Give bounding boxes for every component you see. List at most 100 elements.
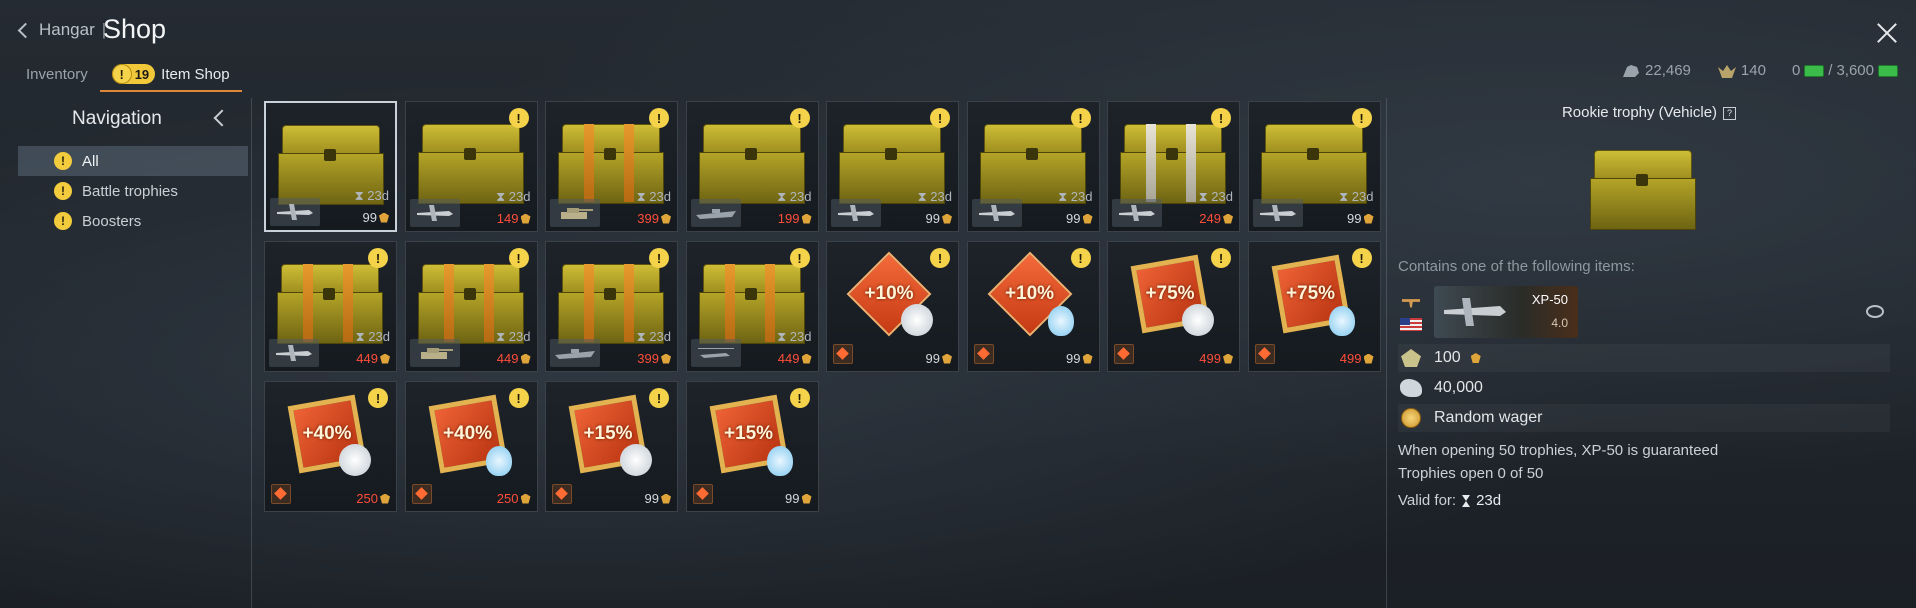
price: 149 [497,211,531,226]
gold-icon [801,493,812,504]
booster-card[interactable]: ! +15% 99 [545,381,678,512]
plane-thumbnail-icon [1112,199,1162,227]
chest-lock [604,148,616,160]
booster-card[interactable]: ! +75% 499 [1107,241,1240,372]
gold-icon [520,353,531,364]
trophy-card[interactable]: ! ⧗ 23d 249 [1107,101,1240,232]
shop-tabs: Inventory ! 19 Item Shop [14,58,242,92]
close-icon[interactable] [1876,22,1898,44]
trophy-card[interactable]: ! ⧗ 23d 99 [1247,101,1381,232]
currency-bar: 22,469 140 0 / 3,600 [1621,62,1898,79]
price-value: 99 [1066,351,1081,366]
warning-icon: ! [54,152,72,170]
trophy-card[interactable]: ! ⧗ 23d 399 [545,101,678,232]
reward-vehicle-row: XP-50 4.0 [1398,284,1890,340]
trophy-card[interactable]: ! ⧗ 23d 449 [685,241,819,372]
chest-lock [604,288,616,300]
gold-icon [661,493,671,504]
warning-icon: ! [368,248,388,268]
eye-icon[interactable] [1866,305,1884,318]
nav-item-all[interactable]: ! All [18,146,248,176]
warning-icon: ! [1070,248,1091,268]
hourglass-icon [1462,494,1471,507]
price: 99 [645,491,671,506]
booster-card[interactable]: ! +10% 99 [826,241,959,372]
valid-for: Valid for: 23d [1398,492,1501,509]
gold-amount: 140 [1740,62,1766,79]
plane-thumbnail-icon [270,198,320,226]
notification-badge: ! 19 [111,64,156,84]
chest-strap [483,264,494,342]
warning-icon: ! [1351,108,1372,128]
valid-value: 23d [1476,492,1502,509]
booster-card[interactable]: ! +40% 250 [404,381,538,512]
price-value: 99 [1347,211,1362,226]
nav-item-battle-trophies[interactable]: ! Battle trophies [18,176,248,206]
tab-inventory[interactable]: Inventory [14,58,100,90]
chest-strap [584,124,594,202]
expiry-time: ⧗ 23d [636,329,671,344]
price-value: 449 [777,351,800,366]
money-separator: / [1828,62,1833,79]
chest-lock [1166,148,1178,160]
nav-item-boosters[interactable]: ! Boosters [18,206,248,236]
silver-lion-emblem-icon [901,304,933,336]
reward-gold-value: 100 [1434,349,1461,366]
trophy-card[interactable]: ! ⧗ 23d 449 [264,241,397,372]
warning-icon: ! [111,64,132,84]
expiry-time: ⧗ 23d [354,188,389,203]
trophy-card[interactable]: ! ⧗ 23d 99 [826,101,959,232]
warning-icon: ! [789,108,810,128]
booster-card[interactable]: ! +15% 99 [685,381,819,512]
booster-type-icon [1114,344,1134,364]
research-bulb-icon [485,446,512,476]
warning-icon: ! [368,388,388,408]
back-to-hangar-link[interactable]: Hangar | [17,20,109,40]
expiry-time: ⧗ 23d [1339,189,1374,204]
tab-item-shop[interactable]: ! 19 Item Shop [99,58,242,92]
warning-icon: ! [1211,108,1231,128]
trophy-card[interactable]: ! ⧗ 23d 199 [685,101,819,232]
price: 99 [926,211,952,226]
guarantee-text: When opening 50 trophies, XP-50 is guara… [1398,442,1719,459]
booster-card[interactable]: ! +40% 250 [264,381,397,512]
trophy-card[interactable]: ! ⧗ 23d 99 [966,101,1100,232]
price: 99 [1066,351,1093,366]
plane-thumbnail-icon [1252,199,1303,227]
booster-card[interactable]: ! +10% 99 [966,241,1100,372]
trophy-card[interactable]: ! ⧗ 23d 399 [545,241,678,372]
booster-type-icon [1254,344,1275,364]
trophy-card[interactable]: ! ⧗ 23d 449 [404,241,538,372]
price-value: 99 [925,211,940,226]
booster-graphic: +15% [568,394,652,476]
detail-title-text: Rookie trophy (Vehicle) [1561,104,1718,121]
help-icon[interactable]: ? [1723,106,1737,120]
chest-lock [463,148,476,160]
money-current: 0 [1791,62,1801,79]
price-value: 249 [1199,211,1221,226]
warning-icon: ! [649,388,669,408]
price: 449 [497,351,531,366]
price-value: 449 [496,351,519,366]
booster-type-icon [973,344,994,364]
chest-strap [1146,124,1156,202]
warning-icon: ! [649,108,669,128]
booster-graphic: +10% [987,251,1074,337]
booster-graphic: +10% [846,251,933,337]
trophy-card[interactable]: ⧗ 23d 99 [264,101,397,232]
chest-graphic [1590,150,1696,230]
price: 250 [497,491,531,506]
booster-card[interactable]: ! +75% 499 [1247,241,1381,372]
navigation-title: Navigation [72,108,162,129]
gold-icon [380,493,390,504]
warning-icon: ! [1211,248,1231,268]
price-value: 499 [1199,351,1221,366]
warning-icon: ! [649,248,669,268]
reward-wager-label: Random wager [1434,409,1543,426]
price: 99 [785,491,812,506]
trophy-card[interactable]: ! ⧗ 23d 149 [404,101,538,232]
plane-type-icon [1402,299,1420,308]
price-value: 399 [637,211,659,226]
reward-silver-row: 40,000 [1398,374,1890,402]
vehicle-card[interactable]: XP-50 4.0 [1434,286,1578,338]
